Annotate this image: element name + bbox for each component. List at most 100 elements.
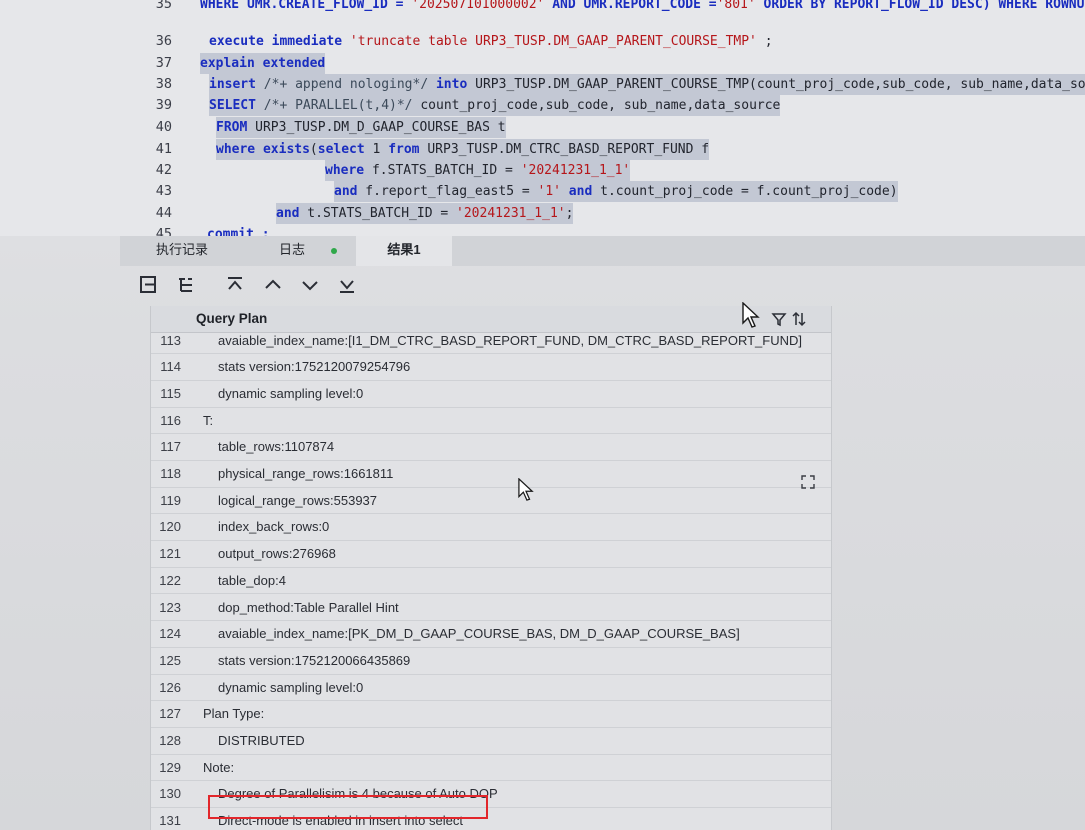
query-plan-cell: stats version:1752120066435869 (218, 652, 411, 668)
code-line[interactable]: 36 execute immediate 'truncate table URP3… (0, 31, 1085, 52)
row-number: 127 (159, 706, 181, 722)
sort-icon[interactable] (791, 311, 807, 327)
table-row[interactable]: 126 dynamic sampling level:0 (151, 674, 831, 702)
code-token: f.report_flag_east5 = (357, 184, 538, 199)
mouse-pointer-icon (518, 477, 536, 504)
table-row[interactable]: 128 DISTRIBUTED (151, 727, 831, 755)
code-line[interactable]: 42 where f.STATS_BATCH_ID = '20241231_1_1… (0, 160, 1085, 181)
sql-editor[interactable]: 35 WHERE UMR.CREATE_FLOW_ID = '2025071010… (0, 0, 1085, 236)
table-row[interactable]: 118 physical_range_rows:1661811 (151, 460, 831, 488)
code-token: '20241231_1_1' (456, 206, 566, 221)
code-text: explain extended (200, 53, 326, 74)
code-line[interactable]: 43 and f.report_flag_east5 = '1' and t.co… (0, 181, 1085, 202)
code-token: URP3_TUSP.DM_D_GAAP_COURSE_BAS t (255, 120, 506, 135)
table-row[interactable]: 130 Degree of Parallelisim is 4 because o… (151, 780, 831, 809)
query-plan-cell: physical_range_rows:1661811 (218, 466, 394, 481)
tree-expand-icon[interactable] (174, 272, 200, 298)
table-row[interactable]: 123 dop_method:Table Parallel Hint (151, 594, 831, 622)
code-token: into (435, 77, 468, 92)
query-plan-cell: logical_range_rows:553937 (218, 492, 378, 508)
code-token: t.count_proj_code = f.count_proj_code) (592, 184, 898, 199)
code-text: and t.STATS_BATCH_ID = '20241231_1_1'; (276, 203, 574, 224)
table-row[interactable]: 127 Plan Type: (151, 700, 831, 728)
code-token: select (317, 142, 365, 157)
row-number: 124 (159, 626, 181, 642)
row-number: 130 (159, 786, 181, 802)
table-row[interactable]: 120 index_back_rows:0 (151, 513, 831, 542)
line-number: 41 (155, 141, 172, 157)
row-number: 117 (160, 439, 181, 455)
row-number: 120 (159, 519, 181, 535)
table-row[interactable]: 119 logical_range_rows:553937 (151, 487, 831, 515)
code-token: f.STATS_BATCH_ID = (364, 163, 521, 178)
table-row[interactable]: 129 Note: (151, 754, 831, 782)
code-token: t.STATS_BATCH_ID = (299, 206, 457, 221)
line-number: 36 (155, 33, 172, 49)
tab-label: 日志 (279, 242, 306, 257)
table-row[interactable]: 121 output_rows:276968 (151, 540, 831, 568)
code-text: SELECT /*+ PARALLEL(t,4)*/ count_proj_co… (209, 95, 781, 116)
table-row[interactable]: 124 avaiable_index_name:[PK_DM_D_GAAP_COU… (151, 620, 831, 648)
code-token: URP3_TUSP.DM_GAAP_PARENT_COURSE_TMP(coun… (467, 77, 1085, 92)
query-plan-cell: dop_method:Table Parallel Hint (218, 599, 399, 615)
code-line[interactable]: 41 where exists(select 1 from URP3_TUSP.D… (0, 139, 1085, 160)
row-number: 125 (159, 652, 181, 668)
code-line[interactable]: 35 WHERE UMR.CREATE_FLOW_ID = '2025071010… (0, 0, 1085, 15)
table-row[interactable]: 125 stats version:1752120066435869 (151, 647, 831, 675)
row-number: 129 (159, 759, 181, 775)
row-number: 115 (160, 385, 181, 401)
table-row[interactable]: 116 T: (151, 407, 831, 435)
next-icon[interactable] (297, 272, 323, 298)
table-row[interactable]: 113 avaiable_index_name:[I1_DM_CTRC_BASD_… (151, 327, 831, 355)
line-number: 44 (155, 205, 172, 221)
code-token: '202507101000002' (411, 0, 545, 12)
export-icon[interactable] (136, 272, 162, 298)
expand-icon[interactable] (800, 474, 816, 490)
code-text: FROM URP3_TUSP.DM_D_GAAP_COURSE_BAS t (216, 117, 506, 138)
query-plan-cell: table_rows:1107874 (218, 439, 335, 455)
query-plan-cell: Direct-mode is enabled in insert into se… (218, 813, 463, 829)
code-token: 1 (364, 142, 389, 157)
line-number: 45 (155, 226, 172, 236)
code-token: '801' (716, 0, 756, 12)
query-plan-cell: output_rows:276968 (218, 546, 336, 562)
column-header-query-plan[interactable]: Query Plan (196, 311, 267, 326)
code-token: execute immediate (209, 34, 350, 49)
tab-result-1[interactable]: 结果1 (356, 236, 452, 266)
code-line[interactable]: 44 and t.STATS_BATCH_ID = '20241231_1_1'; (0, 203, 1085, 224)
last-page-icon[interactable] (334, 272, 360, 298)
previous-icon[interactable] (260, 272, 286, 298)
row-number: 131 (159, 813, 181, 829)
table-row[interactable]: 131 Direct-mode is enabled in insert into… (151, 807, 831, 830)
code-line[interactable]: 40 FROM URP3_TUSP.DM_D_GAAP_COURSE_BAS t (0, 117, 1085, 138)
table-row[interactable]: 122 table_dop:4 (151, 567, 831, 595)
code-line[interactable]: 39 SELECT /*+ PARALLEL(t,4)*/ count_proj_… (0, 95, 1085, 116)
code-token: where (325, 163, 365, 178)
code-token: '1' (537, 184, 561, 199)
code-token: and (276, 206, 300, 221)
code-text: WHERE UMR.CREATE_FLOW_ID = '202507101000… (200, 0, 1085, 15)
table-row[interactable]: 114 stats version:1752120079254796 (151, 353, 831, 381)
tab-execution-history[interactable]: 执行记录 (142, 236, 222, 266)
code-token: explain extended (200, 56, 326, 71)
code-token: from (388, 142, 420, 157)
query-plan-grid[interactable]: Query Plan 113 avaiable_index_name:[I1_DM… (150, 306, 832, 830)
query-plan-cell: index_back_rows:0 (218, 519, 330, 535)
sql-client-window: 35 WHERE UMR.CREATE_FLOW_ID = '2025071010… (0, 0, 1085, 830)
code-line[interactable]: 38 insert /*+ append nologing*/ into URP3… (0, 74, 1085, 95)
code-line[interactable]: 37 explain extended (0, 53, 1085, 74)
code-token: ORDER BY REPORT_FLOW_ID DESC) WHERE ROWN… (755, 0, 1085, 12)
first-page-icon[interactable] (222, 272, 248, 298)
table-row[interactable]: 117 table_rows:1107874 (151, 433, 831, 461)
row-number: 119 (160, 492, 181, 508)
line-number: 43 (155, 183, 172, 199)
tab-log[interactable]: 日志 (265, 236, 351, 266)
code-token: ; (756, 34, 773, 49)
filter-icon[interactable] (771, 311, 787, 327)
code-text: where f.STATS_BATCH_ID = '20241231_1_1' (325, 160, 631, 181)
table-row[interactable]: 115 dynamic sampling level:0 (151, 380, 831, 408)
row-number: 113 (160, 332, 181, 348)
code-line[interactable]: 45 commit ; (0, 224, 1085, 236)
tab-label: 执行记录 (156, 242, 209, 257)
code-token: insert (209, 77, 264, 92)
